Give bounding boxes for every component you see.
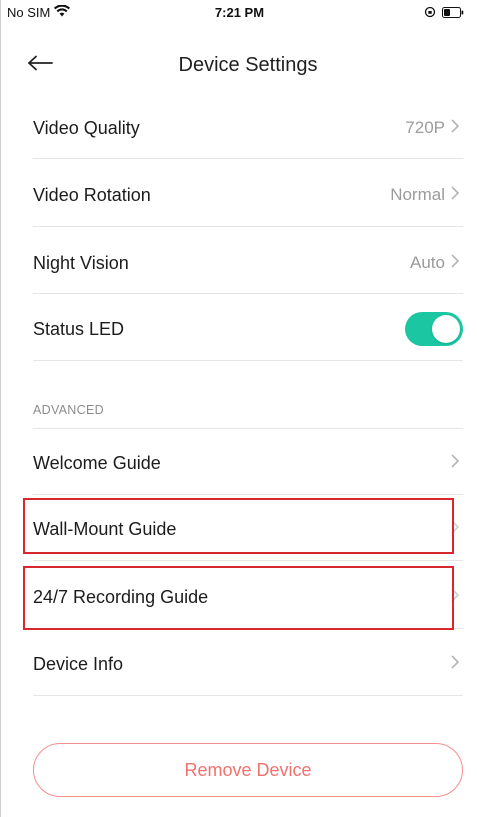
welcome-guide-label: Welcome Guide — [33, 452, 161, 473]
chevron-right-icon — [449, 453, 461, 474]
status-led-toggle[interactable] — [405, 312, 463, 346]
video-rotation-row[interactable]: Video Rotation Normal — [33, 170, 463, 220]
remove-device-button[interactable]: Remove Device — [33, 743, 463, 797]
recording-guide-chevron-group — [449, 587, 463, 608]
device-settings-screen: No SIM 7:21 PM Device Settings Video Qua… — [0, 0, 477, 817]
video-quality-label: Video Quality — [33, 117, 140, 138]
divider — [33, 494, 463, 495]
status-right — [424, 6, 464, 21]
wall-mount-guide-row[interactable]: Wall-Mount Guide — [33, 504, 463, 554]
divider — [33, 158, 463, 159]
divider — [33, 560, 463, 561]
status-led-label: Status LED — [33, 318, 125, 339]
navigation-bar: Device Settings — [1, 40, 477, 90]
rotation-lock-icon — [424, 6, 436, 21]
video-quality-value: 720P — [405, 118, 445, 137]
divider — [33, 428, 463, 429]
chevron-right-icon — [449, 253, 461, 274]
divider — [33, 293, 463, 294]
wall-mount-guide-label: Wall-Mount Guide — [33, 518, 177, 539]
page-title: Device Settings — [178, 54, 318, 76]
welcome-guide-chevron-group — [449, 453, 463, 474]
toggle-knob — [432, 315, 460, 343]
chevron-right-icon — [449, 587, 461, 608]
device-info-row[interactable]: Device Info — [33, 639, 463, 689]
battery-icon — [442, 6, 464, 21]
recording-guide-row[interactable]: 24/7 Recording Guide — [33, 572, 463, 622]
divider — [33, 360, 463, 361]
device-info-label: Device Info — [33, 653, 124, 674]
video-quality-row[interactable]: Video Quality 720P — [33, 103, 463, 153]
chevron-right-icon — [449, 185, 461, 206]
status-led-row: Status LED — [33, 304, 463, 354]
status-time: 7:21 PM — [214, 5, 265, 20]
wall-mount-guide-chevron-group — [449, 519, 463, 540]
video-rotation-value-group: Normal — [390, 185, 463, 206]
divider — [33, 226, 463, 227]
recording-guide-label: 24/7 Recording Guide — [33, 586, 209, 607]
status-bar: No SIM 7:21 PM — [1, 0, 477, 26]
device-info-chevron-group — [449, 654, 463, 675]
chevron-right-icon — [449, 654, 461, 675]
divider — [33, 695, 463, 696]
chevron-right-icon — [449, 118, 461, 139]
night-vision-row[interactable]: Night Vision Auto — [33, 238, 463, 288]
chevron-right-icon — [449, 519, 461, 540]
night-vision-value-group: Auto — [410, 253, 463, 274]
night-vision-label: Night Vision — [33, 252, 129, 273]
night-vision-value: Auto — [410, 253, 445, 272]
divider — [33, 628, 463, 629]
video-quality-value-group: 720P — [405, 118, 463, 139]
video-rotation-label: Video Rotation — [33, 184, 151, 205]
welcome-guide-row[interactable]: Welcome Guide — [33, 438, 463, 488]
advanced-section-header: ADVANCED — [33, 403, 104, 417]
video-rotation-value: Normal — [390, 185, 445, 204]
